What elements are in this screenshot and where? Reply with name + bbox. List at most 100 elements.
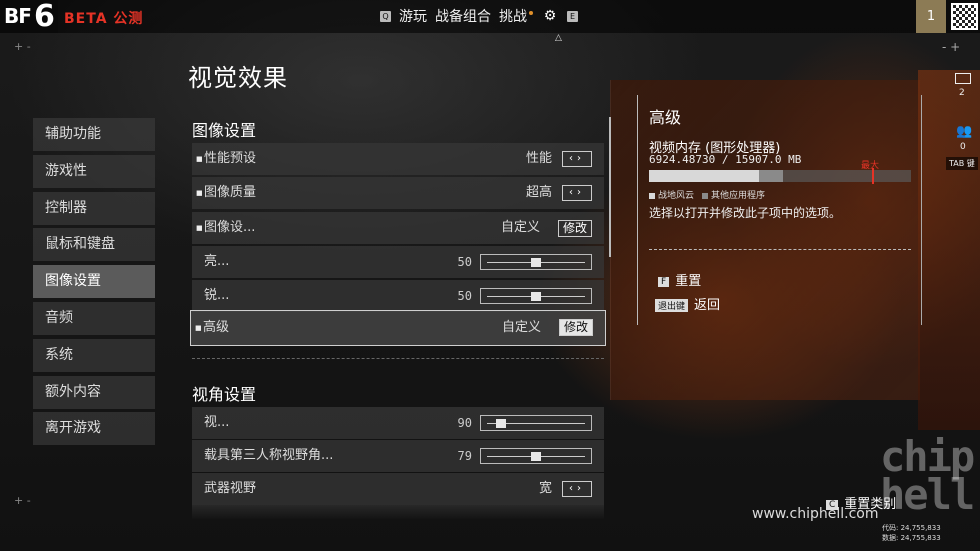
sidebar-item-accessibility[interactable]: 辅助功能 (33, 118, 155, 151)
nav-challenges-label: 挑战 (499, 9, 527, 25)
vram-bar-max-marker (871, 168, 874, 184)
setting-label: 图像设... (204, 220, 256, 235)
vram-bar-other (759, 170, 783, 182)
panel-border-left (637, 95, 638, 325)
back-action[interactable]: 退出键 返回 (655, 294, 720, 313)
nav-loadout[interactable]: 战备组合 (435, 6, 491, 26)
fov-slider[interactable] (480, 415, 592, 431)
sidebar-item-extra-content[interactable]: 额外内容 (33, 375, 155, 409)
zoom-control-right[interactable]: - + (942, 40, 960, 54)
sharpness-slider[interactable] (480, 288, 592, 304)
setting-row-brightness[interactable]: 亮... 50 (192, 246, 604, 278)
qr-code-icon (951, 3, 978, 30)
game-logo: BF 6 (0, 0, 58, 33)
player-level[interactable]: 1 (916, 0, 946, 33)
page-title: 视觉效果 (188, 64, 288, 92)
key-hint-esc: 退出键 (655, 299, 689, 312)
mail-icon[interactable] (955, 73, 971, 84)
setting-value: 自定义 (500, 220, 540, 235)
legend-label: 战地风云 (658, 191, 695, 201)
setting-value: 自定义 (501, 320, 541, 335)
setting-label: 武器视野 (204, 481, 257, 496)
setting-label: 载具第三人称视野角... (204, 448, 334, 463)
slider-thumb[interactable] (531, 258, 541, 267)
nav-key-q: Q (380, 10, 391, 22)
reset-action[interactable]: F 重置 (658, 270, 701, 289)
background-panel (610, 80, 920, 400)
setting-label: 锐... (204, 288, 230, 303)
setting-number: 79 (457, 449, 472, 463)
panel-border-right (921, 95, 922, 325)
build-code: 代码: 24,755,833 (882, 524, 941, 532)
watermark: www.chiphell.com (752, 506, 879, 522)
setting-row-image-quality[interactable]: ■ 图像质量 超高 ‹› (192, 177, 604, 209)
setting-row-image-custom[interactable]: ■ 图像设... 自定义 修改 (192, 212, 604, 244)
section-title-view-settings: 视角设置 (192, 385, 257, 404)
modify-button[interactable]: 修改 (558, 319, 593, 336)
modify-button[interactable]: 修改 (557, 220, 592, 237)
sidebar-item-gameplay[interactable]: 游戏性 (33, 154, 155, 188)
section-divider (192, 358, 604, 359)
bullet-icon: ■ (196, 224, 203, 232)
vram-bar-game (649, 170, 760, 182)
setting-number: 90 (457, 416, 472, 430)
nav-challenges[interactable]: 挑战 (499, 6, 533, 26)
left-right-arrows-icon[interactable]: ‹› (562, 481, 592, 497)
sidebar-item-graphics[interactable]: 图像设置 (33, 265, 155, 299)
logo-6: 6 (34, 0, 55, 34)
legend-swatch (702, 192, 709, 199)
notification-dot-icon (529, 11, 533, 16)
settings-sidebar: 辅助功能 游戏性 控制器 鼠标和键盘 图像设置 音频 系统 额外内容 离开游戏 (33, 118, 155, 449)
setting-row-fov[interactable]: 视... 90 (192, 407, 604, 439)
bullet-icon: ■ (196, 189, 203, 197)
bullet-icon: ■ (195, 324, 202, 332)
bullet-icon: ■ (196, 155, 203, 163)
friends-icon[interactable]: 👥 (956, 124, 972, 139)
build-info: 代码: 24,755,833 数据: 24,755,833 (882, 523, 941, 543)
back-label: 返回 (694, 298, 721, 313)
panel-divider (649, 249, 911, 250)
nav-key-e: E (567, 10, 578, 22)
gear-key-hint: △ (555, 33, 562, 43)
setting-row-advanced[interactable]: ■ 高级 自定义 修改 (190, 310, 606, 346)
slider-thumb[interactable] (531, 452, 541, 461)
setting-row-sharpness[interactable]: 锐... 50 (192, 280, 604, 312)
section-title-image-settings: 图像设置 (192, 121, 257, 140)
vram-legend: 战地风云 其他应用程序 (649, 188, 765, 201)
setting-row-vehicle-fov[interactable]: 载具第三人称视野角... 79 (192, 440, 604, 472)
left-right-arrows-icon[interactable]: ‹› (562, 151, 592, 167)
setting-row-partial (192, 505, 604, 519)
sidebar-item-audio[interactable]: 音频 (33, 301, 155, 335)
sidebar-item-quit-game[interactable]: 离开游戏 (33, 412, 155, 446)
slider-thumb[interactable] (531, 292, 541, 301)
build-data: 数据: 24,755,833 (882, 534, 941, 542)
setting-label: 视... (204, 415, 230, 430)
zoom-control-left[interactable]: + - (14, 40, 31, 53)
slider-thumb[interactable] (495, 419, 506, 428)
setting-label: 图像质量 (204, 185, 257, 200)
legend-swatch (649, 192, 655, 199)
left-right-arrows-icon[interactable]: ‹› (562, 185, 592, 201)
scrollbar[interactable] (609, 117, 611, 257)
setting-label: 高级 (203, 320, 230, 335)
gear-icon[interactable]: ⚙ (541, 7, 559, 25)
brightness-slider[interactable] (480, 254, 592, 270)
sidebar-item-system[interactable]: 系统 (33, 338, 155, 372)
setting-value: 超高 (525, 185, 552, 200)
setting-row-performance-preset[interactable]: ■ 性能预设 性能 ‹› (192, 143, 604, 175)
vram-usage-bar (649, 168, 911, 184)
logo-bf: BF (4, 4, 32, 28)
legend-item: 其他应用程序 (702, 188, 765, 201)
key-hint-f: F (658, 276, 670, 287)
setting-value: 宽 (538, 481, 552, 496)
setting-row-weapon-fov[interactable]: 武器视野 宽 ‹› (192, 473, 604, 505)
beta-label: BETA 公测 (64, 11, 144, 27)
sidebar-item-controller[interactable]: 控制器 (33, 191, 155, 225)
nav-play[interactable]: 游玩 (399, 6, 427, 26)
setting-label: 亮... (204, 254, 230, 269)
setting-value: 性能 (525, 151, 552, 166)
vehicle-fov-slider[interactable] (480, 448, 592, 464)
sidebar-item-mouse-keyboard[interactable]: 鼠标和键盘 (33, 228, 155, 262)
zoom-control-bottom[interactable]: + - (14, 494, 31, 507)
main-nav: Q 游玩 战备组合 挑战 ⚙ E (380, 6, 578, 26)
